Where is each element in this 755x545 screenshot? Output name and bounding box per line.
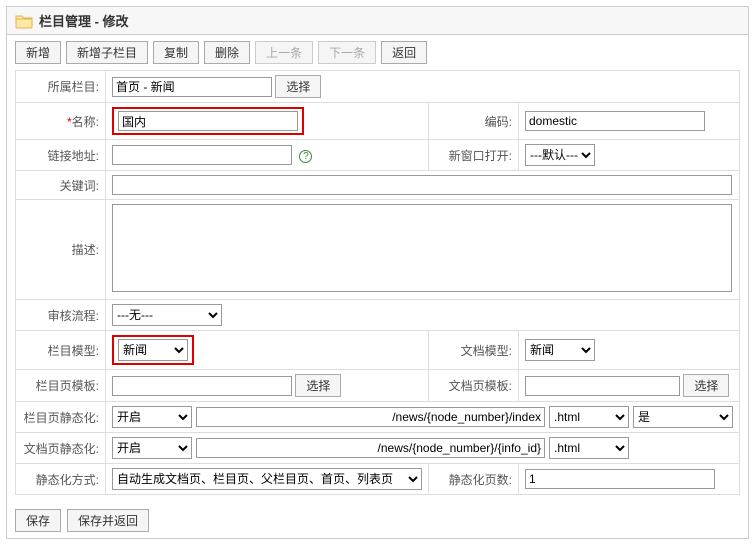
new-button[interactable]: 新增	[15, 41, 61, 64]
label-newwindow: 新窗口打开:	[429, 140, 519, 171]
help-icon[interactable]: ?	[299, 150, 312, 163]
form-table: 所属栏目: 选择 *名称: 编码: 链接地址: ? 新窗口打开:	[15, 70, 740, 495]
prev-button: 上一条	[255, 41, 313, 64]
doc-static-ext-select[interactable]: .html	[549, 437, 629, 459]
label-doc-static: 文档页静态化:	[16, 433, 106, 464]
back-button[interactable]: 返回	[381, 41, 427, 64]
parent-column-input[interactable]	[112, 77, 272, 97]
label-link: 链接地址:	[16, 140, 106, 171]
highlight-name	[112, 107, 304, 135]
select-parent-button[interactable]: 选择	[275, 75, 321, 98]
copy-button[interactable]: 复制	[153, 41, 199, 64]
label-static-pages: 静态化页数:	[429, 464, 519, 495]
static-mode-select[interactable]: 自动生成文档页、栏目页、父栏目页、首页、列表页	[112, 468, 422, 490]
workflow-select[interactable]: ---无---	[112, 304, 222, 326]
col-static-path-input[interactable]	[196, 407, 545, 427]
label-parent: 所属栏目:	[16, 71, 106, 103]
save-back-button[interactable]: 保存并返回	[67, 509, 149, 532]
keywords-input[interactable]	[112, 175, 732, 195]
doc-static-path-input[interactable]	[196, 438, 545, 458]
col-model-select[interactable]: 新闻	[118, 339, 188, 361]
label-workflow: 审核流程:	[16, 300, 106, 331]
label-col-tpl: 栏目页模板:	[16, 370, 106, 402]
link-input[interactable]	[112, 145, 292, 165]
panel-header: 栏目管理 - 修改	[7, 7, 748, 35]
new-child-button[interactable]: 新增子栏目	[66, 41, 148, 64]
col-tpl-input[interactable]	[112, 376, 292, 396]
label-code: 编码:	[429, 103, 519, 140]
folder-icon	[15, 13, 33, 29]
col-static-yes-select[interactable]: 是	[633, 406, 733, 428]
page-title: 栏目管理 - 修改	[39, 11, 129, 30]
label-doc-tpl: 文档页模板:	[429, 370, 519, 402]
next-button: 下一条	[318, 41, 376, 64]
doc-static-enable-select[interactable]: 开启	[112, 437, 192, 459]
new-window-select[interactable]: ---默认---	[525, 144, 595, 166]
code-input[interactable]	[525, 111, 705, 131]
delete-button[interactable]: 删除	[204, 41, 250, 64]
col-static-ext-select[interactable]: .html	[549, 406, 629, 428]
label-name-text: 名称:	[72, 115, 99, 129]
toolbar: 新增 新增子栏目 复制 删除 上一条 下一条 返回	[7, 35, 748, 70]
save-button[interactable]: 保存	[15, 509, 61, 532]
select-col-tpl-button[interactable]: 选择	[295, 374, 341, 397]
description-textarea[interactable]	[112, 204, 732, 292]
label-keywords: 关键词:	[16, 171, 106, 200]
label-description: 描述:	[16, 200, 106, 300]
static-pages-input[interactable]	[525, 469, 715, 489]
label-doc-model: 文档模型:	[429, 331, 519, 370]
doc-tpl-input[interactable]	[525, 376, 680, 396]
select-doc-tpl-button[interactable]: 选择	[683, 374, 729, 397]
highlight-col-model: 新闻	[112, 335, 194, 365]
col-static-enable-select[interactable]: 开启	[112, 406, 192, 428]
label-col-static: 栏目页静态化:	[16, 402, 106, 433]
doc-model-select[interactable]: 新闻	[525, 339, 595, 361]
label-static-mode: 静态化方式:	[16, 464, 106, 495]
name-input[interactable]	[118, 111, 298, 131]
panel-column-edit: 栏目管理 - 修改 新增 新增子栏目 复制 删除 上一条 下一条 返回 所属栏目…	[6, 6, 749, 539]
label-col-model: 栏目模型:	[16, 331, 106, 370]
label-name: *名称:	[16, 103, 106, 140]
